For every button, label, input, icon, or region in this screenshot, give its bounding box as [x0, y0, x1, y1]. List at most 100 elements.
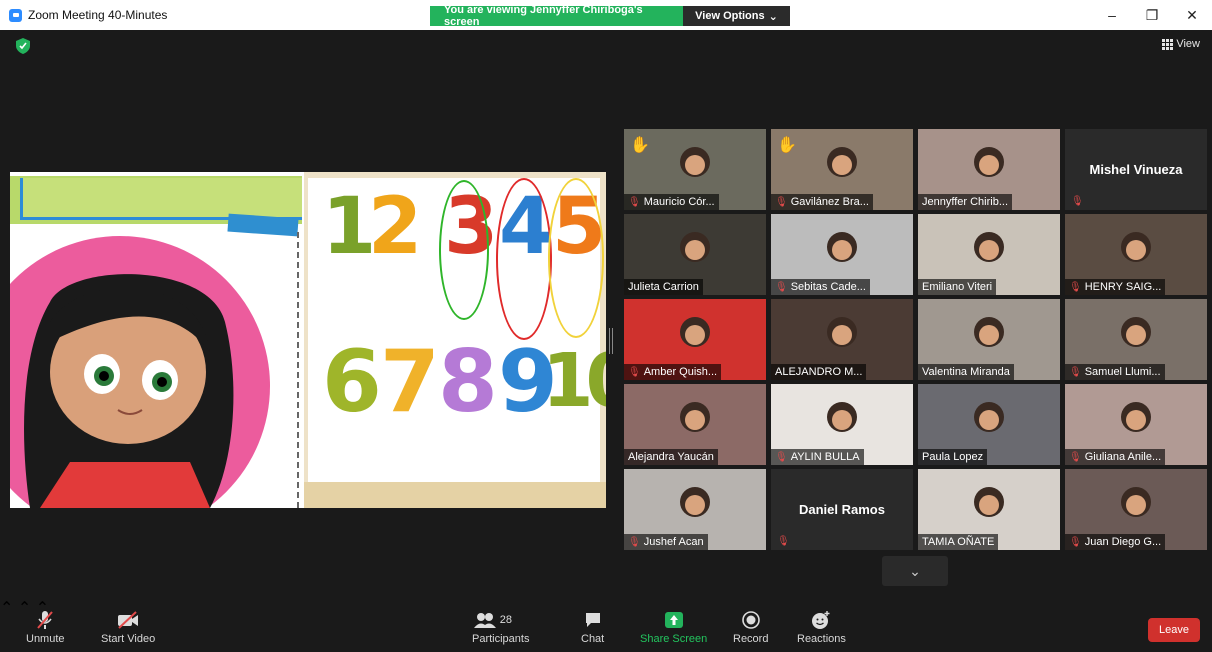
participant-tile[interactable]: Alejandra Yaucán — [624, 384, 766, 465]
reactions-label: Reactions — [797, 633, 846, 645]
muted-mic-icon: 🎙 — [775, 281, 788, 293]
participant-name: HENRY SAIG... — [1084, 281, 1162, 293]
view-button[interactable]: View — [1162, 38, 1200, 50]
chat-label: Chat — [581, 633, 605, 645]
zoom-window: { "window": {"title": "Zoom Meeting 40-M… — [0, 0, 1212, 652]
view-label: View — [1176, 38, 1200, 50]
window-title: Zoom Meeting 40-Minutes — [28, 8, 168, 22]
view-options-button[interactable]: View Options ⌄ — [683, 6, 790, 26]
participant-nameplate: Paula Lopez — [918, 449, 988, 465]
view-options-label: View Options — [695, 10, 765, 22]
participant-name: Emiliano Viteri — [922, 281, 993, 293]
participant-name: ALEJANDRO M... — [775, 366, 863, 378]
girl-illustration-panel — [10, 172, 302, 508]
participant-name: Gavilánez Bra... — [790, 196, 869, 208]
participants-label: Participants — [472, 633, 530, 645]
muted-mic-icon: 🎙 — [1069, 366, 1082, 378]
participant-name: Jennyffer Chirib... — [922, 196, 1009, 208]
microphone-muted-icon — [34, 610, 56, 630]
participant-tile[interactable]: 🎙 Jushef Acan — [624, 469, 766, 550]
participant-tile[interactable]: Paula Lopez — [918, 384, 1060, 465]
participant-tile[interactable]: Mishel Vinueza 🎙 — [1065, 129, 1207, 210]
record-icon — [740, 610, 762, 630]
participant-tile[interactable]: Jennyffer Chirib... — [918, 129, 1060, 210]
participant-name: Juan Diego G... — [1084, 536, 1162, 548]
muted-mic-icon: 🎙 — [628, 196, 641, 208]
restore-icon[interactable]: ❐ — [1132, 0, 1172, 30]
participant-tile[interactable]: Valentina Miranda — [918, 299, 1060, 380]
participants-button[interactable]: 28 Participants — [472, 610, 529, 645]
participant-nameplate: ALEJANDRO M... — [771, 364, 867, 380]
participant-nameplate: Jennyffer Chirib... — [918, 194, 1013, 210]
title-bar: Zoom Meeting 40-Minutes You are viewing … — [0, 0, 1212, 30]
audio-options-caret-icon[interactable]: ⌃ — [0, 600, 13, 617]
record-label: Record — [733, 633, 769, 645]
participant-nameplate: 🎙 Gavilánez Bra... — [771, 194, 873, 210]
participant-nameplate: 🎙 Giuliana Anile... — [1065, 449, 1166, 465]
annotation-circle-red — [496, 178, 552, 340]
muted-mic-icon: 🎙 — [628, 366, 641, 378]
participant-tile[interactable]: 🎙 AYLIN BULLA — [771, 384, 913, 465]
leave-button[interactable]: Leave — [1148, 618, 1200, 642]
participant-tile[interactable]: 🎙 Amber Quish... — [624, 299, 766, 380]
participant-tile[interactable]: 🎙 Mauricio Cór... ✋ — [624, 129, 766, 210]
start-video-button[interactable]: Start Video — [101, 610, 155, 645]
shield-icon[interactable] — [16, 38, 30, 54]
participant-nameplate: 🎙 Mauricio Cór... — [624, 194, 719, 210]
viewing-message: You are viewing Jennyffer Chiriboga's sc… — [430, 4, 683, 28]
participant-name: TAMIA OÑATE — [922, 536, 995, 548]
viewing-banner: You are viewing Jennyffer Chiriboga's sc… — [430, 4, 790, 28]
participant-tile[interactable]: Daniel Ramos 🎙 — [771, 469, 913, 550]
video-off-icon — [117, 610, 139, 630]
share-screen-label: Share Screen — [640, 633, 708, 645]
participant-nameplate: Julieta Carrion — [624, 279, 703, 295]
participant-tile[interactable]: TAMIA OÑATE — [918, 469, 1060, 550]
record-button[interactable]: Record — [733, 610, 768, 645]
chat-button[interactable]: Chat — [581, 610, 604, 645]
start-video-label: Start Video — [101, 633, 156, 645]
participant-nameplate: 🎙 Samuel Llumi... — [1065, 364, 1165, 380]
number-10: 10 — [542, 338, 606, 424]
chevron-down-icon: ⌄ — [768, 10, 778, 23]
chat-icon — [582, 610, 604, 630]
participant-nameplate: Valentina Miranda — [918, 364, 1014, 380]
window-controls: – ❐ ✕ — [1092, 0, 1212, 30]
muted-mic-icon: 🎙 — [775, 451, 788, 463]
number-7: 7 — [380, 332, 440, 432]
participant-name: Julieta Carrion — [628, 281, 699, 293]
numbers-panel: 1 2 3 4 5 6 7 8 9 10 — [304, 172, 606, 508]
participant-tile[interactable]: 🎙 Gavilánez Bra... ✋ — [771, 129, 913, 210]
participant-tile[interactable]: 🎙 Sebitas Cade... — [771, 214, 913, 295]
participant-nameplate: Emiliano Viteri — [918, 279, 997, 295]
close-icon[interactable]: ✕ — [1172, 0, 1212, 30]
minimize-icon[interactable]: – — [1092, 0, 1132, 30]
participant-name: Paula Lopez — [922, 451, 984, 463]
participant-name: Amber Quish... — [643, 366, 718, 378]
participant-tile[interactable]: 🎙 Giuliana Anile... — [1065, 384, 1207, 465]
participants-icon — [473, 613, 496, 628]
muted-mic-icon: 🎙 — [628, 536, 641, 548]
participant-tile[interactable]: Julieta Carrion — [624, 214, 766, 295]
participant-tile[interactable]: 🎙 Samuel Llumi... — [1065, 299, 1207, 380]
unmute-button[interactable]: Unmute — [26, 610, 65, 645]
number-6: 6 — [322, 332, 382, 432]
shared-screen[interactable]: 1 2 3 4 5 6 7 8 9 10 — [10, 172, 606, 508]
annotation-circle-yellow — [548, 178, 604, 338]
share-screen-icon — [663, 610, 685, 630]
participant-tile[interactable]: Emiliano Viteri — [918, 214, 1060, 295]
splitter-handle[interactable] — [609, 328, 613, 354]
participant-display-name: Mishel Vinueza — [1089, 162, 1183, 177]
participant-tile[interactable]: 🎙 HENRY SAIG... — [1065, 214, 1207, 295]
participant-nameplate: 🎙 Jushef Acan — [624, 534, 708, 550]
chevron-down-icon: ⌄ — [909, 562, 921, 579]
share-screen-button[interactable]: Share Screen — [640, 610, 707, 645]
reactions-button[interactable]: Reactions — [797, 610, 846, 645]
participant-nameplate: 🎙 Amber Quish... — [624, 364, 722, 380]
participant-nameplate: Alejandra Yaucán — [624, 449, 718, 465]
participant-tile[interactable]: ALEJANDRO M... — [771, 299, 913, 380]
muted-mic-icon: 🎙 — [777, 536, 790, 547]
meeting-toolbar: Unmute ⌃ Start Video ⌃ 28 Participants ⌃… — [0, 598, 1212, 652]
gallery-more-button[interactable]: ⌄ — [882, 556, 948, 586]
participant-nameplate: 🎙 AYLIN BULLA — [771, 449, 864, 465]
participant-tile[interactable]: 🎙 Juan Diego G... — [1065, 469, 1207, 550]
